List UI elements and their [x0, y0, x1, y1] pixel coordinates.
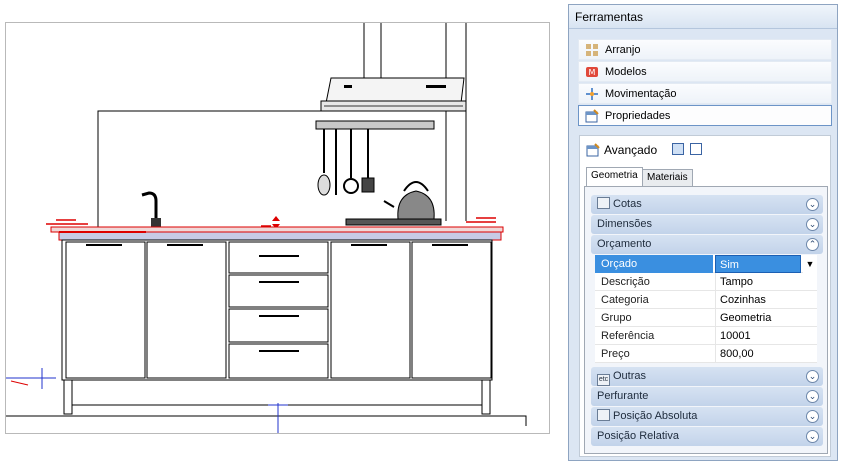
property-grid: Cotas ⌄ Dimensões ⌄ Orçamento ⌃ Orçado S… [584, 186, 828, 454]
chevron-down-icon[interactable]: ⌄ [806, 410, 819, 423]
property-value[interactable]: Cozinhas [715, 291, 817, 309]
utensil-rail [315, 120, 435, 196]
nav-item-modelos[interactable]: M Modelos [578, 61, 832, 82]
countertop[interactable] [50, 226, 504, 241]
property-value[interactable]: 10001 [715, 327, 817, 345]
nav-item-arranjo[interactable]: Arranjo [578, 39, 832, 60]
property-row-grupo[interactable]: Grupo Geometria [595, 309, 817, 327]
chevron-down-icon[interactable]: ⌄ [806, 198, 819, 211]
etc-icon: etc [597, 374, 610, 386]
dimensions-icon [597, 197, 610, 209]
nav-item-label: Arranjo [605, 44, 641, 56]
tools-panel-title: Ferramentas [569, 5, 837, 29]
property-name: Grupo [601, 312, 632, 324]
section-dimensoes[interactable]: Dimensões ⌄ [591, 215, 823, 234]
advanced-header[interactable]: Avançado [584, 140, 657, 160]
properties-icon [586, 143, 600, 157]
property-row-preco[interactable]: Preço 800,00 [595, 345, 817, 363]
advanced-label: Avançado [604, 143, 658, 157]
section-label: Cotas [613, 198, 642, 210]
models-icon: M [586, 67, 598, 77]
chevron-down-icon[interactable]: ⌄ [806, 370, 819, 383]
property-name: Descrição [601, 276, 650, 288]
tab-geometria[interactable]: Geometria [586, 167, 643, 187]
list-view-icon[interactable] [672, 143, 684, 155]
position-icon [597, 409, 610, 421]
section-cotas[interactable]: Cotas ⌄ [591, 195, 823, 214]
move-icon [586, 88, 598, 100]
chevron-down-icon[interactable]: ⌄ [806, 218, 819, 231]
tab-materiais[interactable]: Materiais [642, 169, 693, 186]
section-label: Outras [613, 370, 647, 382]
property-name: Orçado [595, 255, 713, 273]
properties-panel: Avançado Geometria Materiais Cotas ⌄ Dim… [579, 135, 831, 457]
property-row-descricao[interactable]: Descrição Tampo [595, 273, 817, 291]
faucet [141, 191, 161, 228]
svg-text:M: M [589, 68, 596, 77]
table-view-icon[interactable] [690, 143, 702, 155]
section-label: Orçamento [597, 238, 652, 250]
nav-item-movimentacao[interactable]: Movimentação [578, 83, 832, 104]
tools-panel: Ferramentas Arranjo M Modelos Movimentaç… [568, 4, 838, 461]
property-row-categoria[interactable]: Categoria Cozinhas [595, 291, 817, 309]
section-perfurante[interactable]: Perfurante ⌄ [591, 387, 823, 406]
chevron-down-icon[interactable]: ⌄ [806, 390, 819, 403]
property-value[interactable]: Tampo [715, 273, 817, 291]
property-name: Preço [601, 348, 630, 360]
property-row-orcado[interactable]: Orçado Sim ▼ [595, 255, 817, 273]
section-posicao-absoluta[interactable]: Posição Absoluta ⌄ [591, 407, 823, 426]
nav-item-label: Modelos [605, 66, 647, 78]
properties-icon [585, 109, 599, 123]
design-viewport[interactable] [5, 22, 550, 434]
property-name: Referência [601, 330, 655, 342]
chevron-down-icon[interactable]: ⌄ [806, 430, 819, 443]
section-label: Dimensões [597, 218, 653, 230]
section-outras[interactable]: etc Outras ⌄ [591, 367, 823, 386]
dropdown-arrow-icon[interactable]: ▼ [803, 255, 817, 273]
property-name: Categoria [601, 294, 649, 306]
nav-item-label: Propriedades [605, 110, 671, 122]
section-label: Posição Absoluta [613, 410, 698, 422]
property-value-select[interactable]: Sim [715, 255, 801, 273]
base-cabinets[interactable] [61, 239, 493, 381]
arrangement-icon [586, 44, 598, 56]
section-label: Posição Relativa [597, 430, 679, 442]
section-label: Perfurante [597, 390, 649, 402]
nav-item-propriedades[interactable]: Propriedades [578, 105, 832, 126]
chevron-up-icon[interactable]: ⌃ [806, 238, 819, 251]
kettle [383, 181, 435, 220]
kitchen-drawing [6, 23, 527, 433]
property-value[interactable]: Geometria [715, 309, 817, 327]
property-value[interactable]: 800,00 [715, 345, 817, 363]
section-orcamento[interactable]: Orçamento ⌃ [591, 235, 823, 254]
property-row-referencia[interactable]: Referência 10001 [595, 327, 817, 345]
nav-item-label: Movimentação [605, 88, 677, 100]
range-hood [320, 77, 467, 112]
section-posicao-relativa[interactable]: Posição Relativa ⌄ [591, 427, 823, 446]
